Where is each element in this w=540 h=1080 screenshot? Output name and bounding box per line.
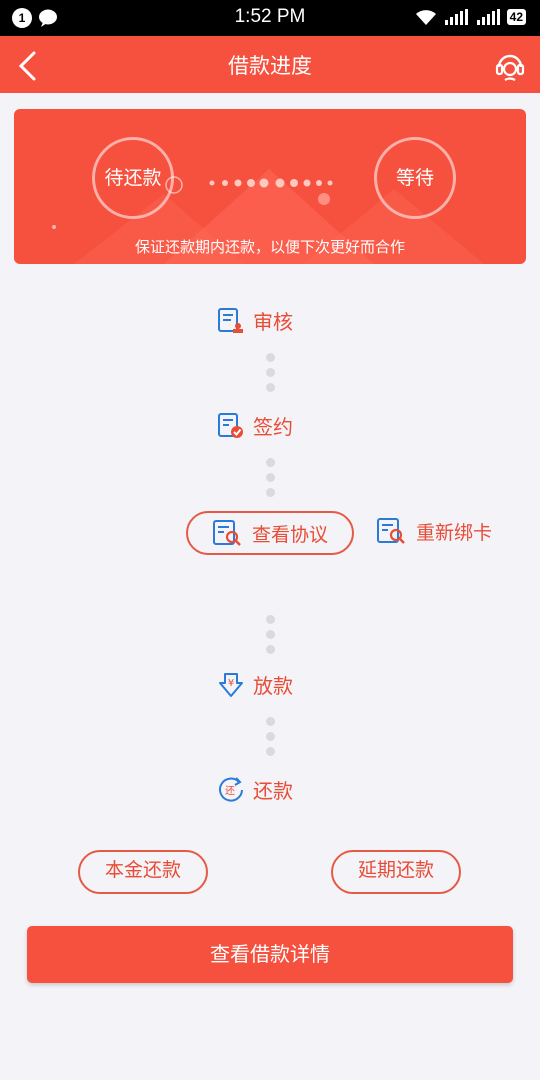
connector-dots xyxy=(264,612,276,660)
review-document-icon xyxy=(218,307,243,333)
page-title: 借款进度 xyxy=(228,54,312,78)
nav-bar: 借款进度 xyxy=(0,36,540,93)
svg-text:还: 还 xyxy=(225,785,235,797)
current-status-circle: 待还款 xyxy=(92,137,174,219)
principal-repay-button[interactable]: 本金还款 xyxy=(78,850,208,894)
rebind-card-button[interactable]: 重新绑卡 xyxy=(376,516,492,546)
status-banner: 待还款 等待 保证还款期内还款，以便下次更好而合作 xyxy=(14,109,526,264)
customer-service-icon[interactable] xyxy=(494,50,526,82)
step-disburse-label: 放款 xyxy=(253,674,293,698)
signal-icon xyxy=(444,9,468,25)
step-repay: 还 还款 xyxy=(217,775,293,804)
status-right: 42 xyxy=(415,8,526,26)
view-agreement-label: 查看协议 xyxy=(251,523,328,546)
status-bar: 1 1:52 PM 42 xyxy=(0,0,540,36)
next-status-circle: 等待 xyxy=(374,137,456,219)
connector-dots xyxy=(264,350,276,398)
signal-icon-2 xyxy=(476,9,500,25)
step-repay-label: 还款 xyxy=(253,779,293,803)
step-sign: 签约 xyxy=(217,411,293,440)
disburse-yen-arrow-icon: ¥ xyxy=(219,672,243,697)
banner-hint-text: 保证还款期内还款，以便下次更好而合作 xyxy=(134,238,405,256)
connector-dots xyxy=(264,455,276,503)
rebind-card-icon xyxy=(377,518,405,544)
step-review-label: 审核 xyxy=(253,310,293,334)
step-review: 审核 xyxy=(217,306,293,335)
view-agreement-button[interactable]: 查看协议 xyxy=(186,511,354,555)
view-loan-detail-button[interactable]: 查看借款详情 xyxy=(27,926,513,983)
repay-cycle-icon: 还 xyxy=(219,776,243,802)
battery-indicator: 42 xyxy=(506,9,526,25)
svg-text:¥: ¥ xyxy=(228,678,234,689)
rebind-card-label: 重新绑卡 xyxy=(416,521,493,544)
extend-repay-button[interactable]: 延期还款 xyxy=(331,850,461,894)
wifi-icon xyxy=(415,10,436,25)
sign-document-icon xyxy=(218,412,243,438)
step-disburse: ¥ 放款 xyxy=(217,670,293,699)
connector-dots xyxy=(264,714,276,762)
step-sign-label: 签约 xyxy=(253,415,293,439)
view-agreement-icon xyxy=(212,520,241,546)
